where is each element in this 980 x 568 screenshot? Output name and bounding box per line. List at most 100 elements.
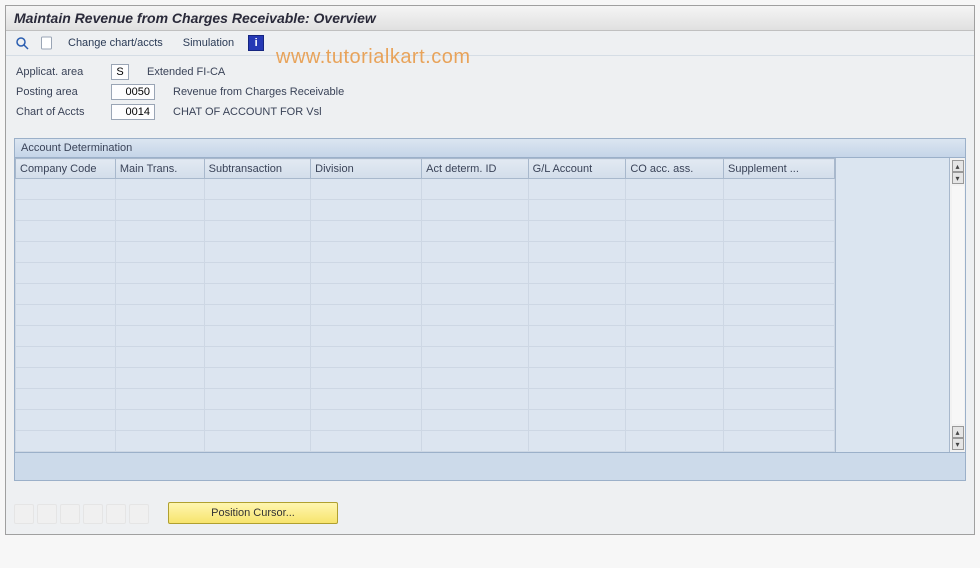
cell[interactable]	[204, 263, 311, 284]
cell[interactable]	[115, 263, 204, 284]
cell[interactable]	[16, 284, 116, 305]
scroll-down-small-icon[interactable]: ▴	[952, 426, 964, 438]
cell[interactable]	[204, 305, 311, 326]
cell[interactable]	[204, 389, 311, 410]
cell[interactable]	[16, 347, 116, 368]
cell[interactable]	[16, 389, 116, 410]
cell[interactable]	[528, 389, 626, 410]
footer-btn-4[interactable]	[83, 504, 103, 524]
cell[interactable]	[528, 200, 626, 221]
cell[interactable]	[115, 347, 204, 368]
cell[interactable]	[16, 263, 116, 284]
table-row[interactable]	[16, 242, 835, 263]
table-row[interactable]	[16, 221, 835, 242]
column-header[interactable]: CO acc. ass.	[626, 159, 724, 179]
cell[interactable]	[626, 284, 724, 305]
cell[interactable]	[204, 368, 311, 389]
footer-btn-2[interactable]	[37, 504, 57, 524]
cell[interactable]	[626, 242, 724, 263]
cell[interactable]	[311, 305, 422, 326]
footer-btn-3[interactable]	[60, 504, 80, 524]
cell[interactable]	[723, 305, 834, 326]
magnifier-icon[interactable]	[14, 35, 30, 51]
cell[interactable]	[115, 389, 204, 410]
cell[interactable]	[422, 347, 529, 368]
cell[interactable]	[16, 221, 116, 242]
cell[interactable]	[626, 200, 724, 221]
cell[interactable]	[626, 305, 724, 326]
cell[interactable]	[723, 179, 834, 200]
cell[interactable]	[422, 242, 529, 263]
footer-btn-1[interactable]	[14, 504, 34, 524]
cell[interactable]	[311, 263, 422, 284]
change-chart-accts-link[interactable]: Change chart/accts	[62, 35, 169, 51]
cell[interactable]	[528, 284, 626, 305]
table-row[interactable]	[16, 326, 835, 347]
cell[interactable]	[204, 347, 311, 368]
cell[interactable]	[115, 200, 204, 221]
cell[interactable]	[16, 368, 116, 389]
cell[interactable]	[16, 200, 116, 221]
table-row[interactable]	[16, 410, 835, 431]
cell[interactable]	[115, 410, 204, 431]
cell[interactable]	[115, 242, 204, 263]
cell[interactable]	[422, 179, 529, 200]
cell[interactable]	[626, 347, 724, 368]
column-header[interactable]: Company Code	[16, 159, 116, 179]
cell[interactable]	[723, 200, 834, 221]
cell[interactable]	[204, 284, 311, 305]
cell[interactable]	[626, 221, 724, 242]
cell[interactable]	[528, 431, 626, 452]
cell[interactable]	[311, 221, 422, 242]
table-row[interactable]	[16, 347, 835, 368]
applicat-area-input[interactable]	[111, 64, 129, 80]
cell[interactable]	[204, 326, 311, 347]
scroll-up-small-icon[interactable]: ▾	[952, 172, 964, 184]
cell[interactable]	[528, 221, 626, 242]
cell[interactable]	[115, 179, 204, 200]
cell[interactable]	[422, 221, 529, 242]
info-icon[interactable]: i	[248, 35, 264, 51]
cell[interactable]	[115, 305, 204, 326]
cell[interactable]	[311, 200, 422, 221]
cell[interactable]	[204, 200, 311, 221]
column-header[interactable]: Division	[311, 159, 422, 179]
cell[interactable]	[723, 368, 834, 389]
table-row[interactable]	[16, 200, 835, 221]
cell[interactable]	[528, 410, 626, 431]
cell[interactable]	[528, 347, 626, 368]
cell[interactable]	[311, 242, 422, 263]
position-cursor-button[interactable]: Position Cursor...	[168, 502, 338, 524]
table-row[interactable]	[16, 431, 835, 452]
cell[interactable]	[723, 347, 834, 368]
chart-of-accts-input[interactable]	[111, 104, 155, 120]
cell[interactable]	[311, 389, 422, 410]
table-row[interactable]	[16, 179, 835, 200]
cell[interactable]	[723, 389, 834, 410]
footer-btn-5[interactable]	[106, 504, 126, 524]
column-header[interactable]: G/L Account	[528, 159, 626, 179]
cell[interactable]	[626, 410, 724, 431]
cell[interactable]	[115, 326, 204, 347]
cell[interactable]	[723, 326, 834, 347]
table-row[interactable]	[16, 284, 835, 305]
scroll-track[interactable]	[952, 186, 964, 424]
cell[interactable]	[204, 410, 311, 431]
cell[interactable]	[422, 263, 529, 284]
cell[interactable]	[626, 263, 724, 284]
cell[interactable]	[16, 242, 116, 263]
table-row[interactable]	[16, 389, 835, 410]
column-header[interactable]: Main Trans.	[115, 159, 204, 179]
simulation-link[interactable]: Simulation	[177, 35, 240, 51]
cell[interactable]	[626, 179, 724, 200]
vertical-scrollbar[interactable]: ▴ ▾ ▴ ▾	[949, 158, 965, 452]
cell[interactable]	[723, 284, 834, 305]
cell[interactable]	[528, 263, 626, 284]
table-row[interactable]	[16, 305, 835, 326]
cell[interactable]	[115, 431, 204, 452]
footer-btn-6[interactable]	[129, 504, 149, 524]
cell[interactable]	[16, 431, 116, 452]
column-header[interactable]: Subtransaction	[204, 159, 311, 179]
cell[interactable]	[422, 389, 529, 410]
table-row[interactable]	[16, 368, 835, 389]
